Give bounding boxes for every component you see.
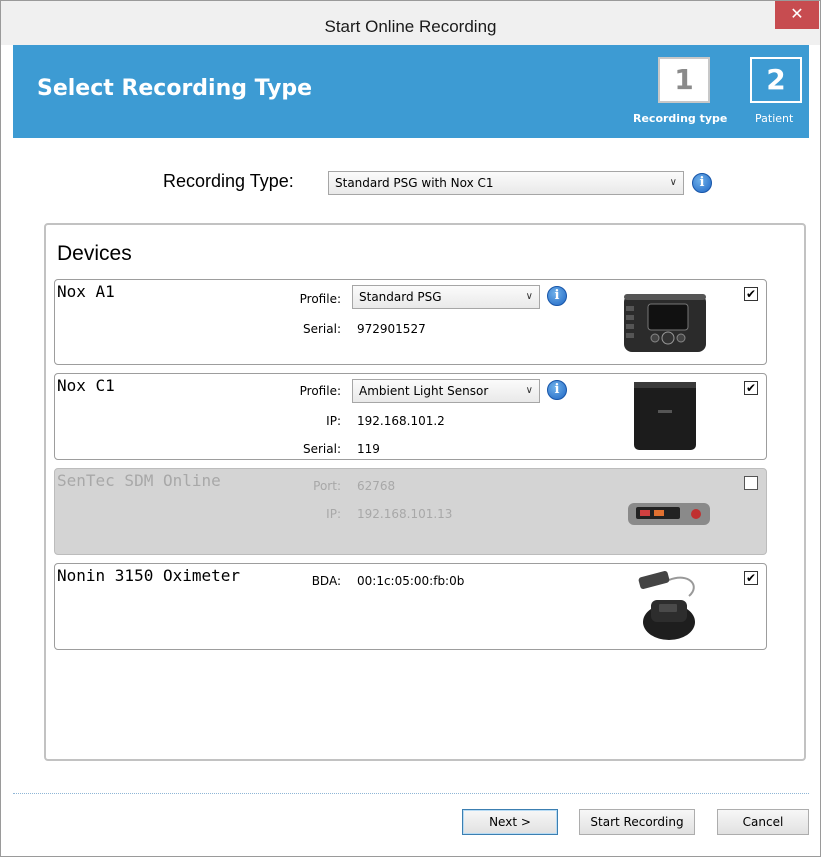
- port-label: Port:: [313, 479, 341, 493]
- step-2-indicator: 2: [750, 57, 802, 103]
- device-card-nox-a1: Nox A1 Profile: Standard PSG ∨ i Serial:…: [54, 279, 767, 365]
- ip-label: IP:: [326, 414, 341, 428]
- recording-type-select[interactable]: Standard PSG with Nox C1 ∨: [328, 171, 684, 195]
- close-icon: ✕: [790, 4, 804, 23]
- close-button[interactable]: ✕: [775, 1, 819, 29]
- device-checkbox[interactable]: ✔: [744, 287, 758, 301]
- start-recording-button[interactable]: Start Recording: [579, 809, 695, 835]
- device-name: Nonin 3150 Oximeter: [57, 566, 241, 585]
- nox-a1-device-icon: [624, 294, 706, 352]
- ip-value: 192.168.101.2: [357, 414, 445, 428]
- recording-type-value: Standard PSG with Nox C1: [335, 176, 494, 190]
- bda-label: BDA:: [311, 574, 341, 588]
- ip-label: IP:: [326, 507, 341, 521]
- chevron-down-icon: ∨: [525, 385, 533, 396]
- chevron-down-icon: ∨: [669, 177, 677, 188]
- info-icon[interactable]: i: [547, 380, 567, 400]
- next-button[interactable]: Next >: [462, 809, 558, 835]
- info-icon[interactable]: i: [547, 286, 567, 306]
- wizard-header: Select Recording Type 1 2 Recording type…: [13, 45, 809, 138]
- profile-select[interactable]: Standard PSG ∨: [352, 285, 540, 309]
- chevron-down-icon: ∨: [525, 291, 533, 302]
- device-name: Nox C1: [57, 376, 115, 395]
- device-checkbox[interactable]: [744, 476, 758, 490]
- device-checkbox[interactable]: ✔: [744, 381, 758, 395]
- recording-type-label: Recording Type:: [163, 171, 294, 191]
- step-1-indicator: 1: [658, 57, 710, 103]
- serial-value: 972901527: [357, 322, 426, 336]
- dialog-window: Start Online Recording ✕ Select Recordin…: [0, 0, 821, 857]
- devices-panel: Devices Nox A1 Profile: Standard PSG ∨ i…: [44, 223, 806, 761]
- serial-label: Serial:: [303, 442, 341, 456]
- window-title: Start Online Recording: [324, 17, 497, 36]
- profile-value: Ambient Light Sensor: [359, 384, 489, 398]
- profile-label: Profile:: [299, 292, 341, 306]
- step-1-label: Recording type: [633, 112, 728, 125]
- sentec-device-icon: [628, 503, 710, 525]
- device-card-nox-c1: Nox C1 Profile: Ambient Light Sensor ∨ i…: [54, 373, 767, 460]
- device-name: SenTec SDM Online: [57, 471, 221, 490]
- profile-select[interactable]: Ambient Light Sensor ∨: [352, 379, 540, 403]
- nonin-oximeter-icon: [638, 570, 695, 640]
- cancel-button[interactable]: Cancel: [717, 809, 809, 835]
- bda-value: 00:1c:05:00:fb:0b: [357, 574, 465, 588]
- devices-heading: Devices: [57, 242, 132, 265]
- serial-value: 119: [357, 442, 380, 456]
- port-value: 62768: [357, 479, 396, 493]
- ip-value: 192.168.101.13: [357, 507, 453, 521]
- serial-label: Serial:: [303, 322, 341, 336]
- profile-label: Profile:: [299, 384, 341, 398]
- step-2-label: Patient: [755, 112, 794, 125]
- info-icon[interactable]: i: [692, 173, 712, 193]
- device-checkbox[interactable]: ✔: [744, 571, 758, 585]
- footer-divider: [13, 793, 809, 794]
- device-name: Nox A1: [57, 282, 115, 301]
- device-card-sentec-sdm: SenTec SDM Online Port: 62768 IP: 192.16…: [54, 468, 767, 555]
- page-title: Select Recording Type: [37, 76, 313, 101]
- profile-value: Standard PSG: [359, 290, 442, 304]
- device-card-nonin-3150: Nonin 3150 Oximeter BDA: 00:1c:05:00:fb:…: [54, 563, 767, 650]
- title-bar: Start Online Recording ✕: [1, 1, 820, 45]
- nox-c1-device-icon: [634, 382, 696, 450]
